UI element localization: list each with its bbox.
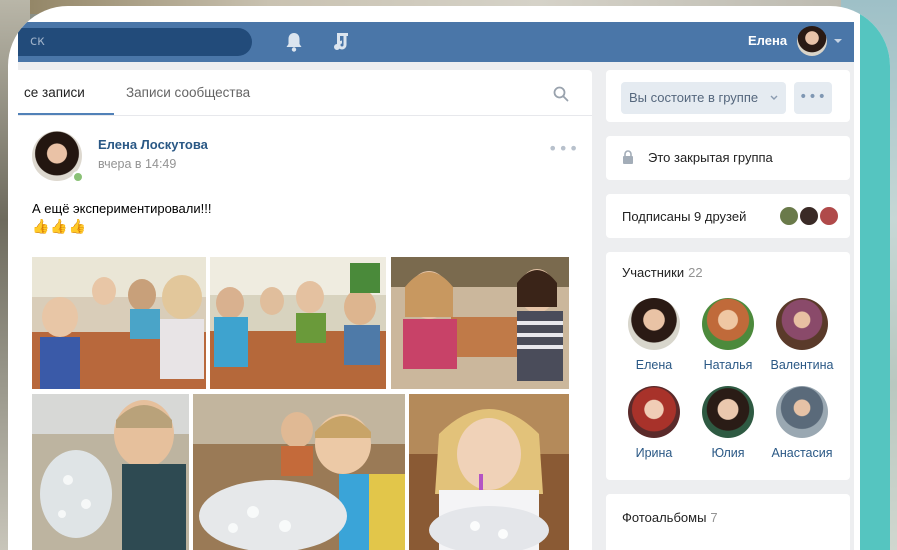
member-avatar[interactable] bbox=[702, 386, 754, 438]
closed-group-label: Это закрытая группа bbox=[648, 150, 773, 165]
search-icon[interactable] bbox=[553, 86, 569, 102]
friend-avatar[interactable] bbox=[818, 205, 840, 227]
white-frame: ск Елена се записи Записи сообщества Еле… bbox=[8, 6, 890, 550]
bell-icon[interactable] bbox=[284, 31, 304, 53]
member-item[interactable]: Анастасия bbox=[765, 386, 839, 460]
member-name[interactable]: Наталья bbox=[691, 358, 765, 372]
membership-card: Вы состоите в группе ••• bbox=[606, 70, 850, 122]
post-photo[interactable] bbox=[32, 394, 189, 550]
chevron-down-icon[interactable] bbox=[833, 37, 843, 45]
member-name[interactable]: Анастасия bbox=[765, 446, 839, 460]
post-photo[interactable] bbox=[210, 257, 386, 389]
search-input[interactable]: ск bbox=[18, 28, 252, 56]
wall-tabs: се записи Записи сообщества bbox=[18, 70, 592, 116]
member-name[interactable]: Ирина bbox=[617, 446, 691, 460]
member-avatar[interactable] bbox=[628, 298, 680, 350]
member-item[interactable]: Юлия bbox=[691, 386, 765, 460]
music-icon[interactable] bbox=[330, 30, 350, 52]
wall-block: се записи Записи сообщества Елена Лоскут… bbox=[18, 70, 592, 550]
tab-all-posts[interactable]: се записи bbox=[24, 85, 85, 100]
member-name[interactable]: Елена bbox=[617, 358, 691, 372]
membership-button[interactable]: Вы состоите в группе bbox=[621, 82, 786, 114]
post-photo[interactable] bbox=[32, 257, 206, 389]
member-name[interactable]: Валентина bbox=[765, 358, 839, 372]
friend-avatar[interactable] bbox=[778, 205, 800, 227]
members-card: Участники 22 Елена Наталья Валентина Ирин… bbox=[606, 252, 850, 480]
friends-card[interactable]: Подписаны 9 друзей bbox=[606, 194, 850, 238]
more-actions-button[interactable]: ••• bbox=[794, 82, 832, 114]
albums-title[interactable]: Фотоальбомы 7 bbox=[622, 510, 718, 525]
membership-button-label: Вы состоите в группе bbox=[629, 90, 759, 105]
post-author[interactable]: Елена Лоскутова bbox=[98, 137, 208, 152]
albums-title-label: Фотоальбомы bbox=[622, 510, 707, 525]
member-name[interactable]: Юлия bbox=[691, 446, 765, 460]
chevron-down-icon bbox=[770, 95, 778, 100]
online-indicator bbox=[72, 171, 84, 183]
albums-count: 7 bbox=[710, 510, 718, 525]
active-tab-underline bbox=[18, 113, 114, 115]
member-item[interactable]: Ирина bbox=[617, 386, 691, 460]
friends-subscribed-label[interactable]: Подписаны 9 друзей bbox=[622, 209, 746, 224]
member-avatar[interactable] bbox=[776, 298, 828, 350]
top-bar: ск Елена bbox=[18, 22, 854, 62]
teal-decor bbox=[860, 6, 890, 550]
members-title-label: Участники bbox=[622, 265, 685, 280]
vk-screen: ск Елена се записи Записи сообщества Еле… bbox=[18, 22, 854, 550]
tab-community-posts[interactable]: Записи сообщества bbox=[126, 85, 250, 100]
post-photo[interactable] bbox=[193, 394, 405, 550]
lock-icon bbox=[623, 150, 633, 164]
member-item[interactable]: Валентина bbox=[765, 298, 839, 372]
user-avatar[interactable] bbox=[797, 26, 827, 56]
post-text: А ещё экспериментировали!!! bbox=[32, 201, 212, 216]
member-avatar[interactable] bbox=[776, 386, 828, 438]
albums-card: Фотоальбомы 7 bbox=[606, 494, 850, 550]
post-photo[interactable] bbox=[391, 257, 569, 389]
user-name[interactable]: Елена bbox=[748, 33, 787, 48]
member-item[interactable]: Наталья bbox=[691, 298, 765, 372]
members-count: 22 bbox=[688, 265, 703, 280]
post-photo[interactable] bbox=[409, 394, 569, 550]
post-more-button[interactable]: ••• bbox=[548, 139, 579, 158]
thumbs-up-icon: 👍👍👍 bbox=[32, 219, 88, 235]
closed-group-card: Это закрытая группа bbox=[606, 136, 850, 180]
friend-avatar[interactable] bbox=[798, 205, 820, 227]
members-title[interactable]: Участники 22 bbox=[622, 265, 703, 280]
member-item[interactable]: Елена bbox=[617, 298, 691, 372]
post-time[interactable]: вчера в 14:49 bbox=[98, 157, 176, 171]
member-avatar[interactable] bbox=[628, 386, 680, 438]
member-avatar[interactable] bbox=[702, 298, 754, 350]
